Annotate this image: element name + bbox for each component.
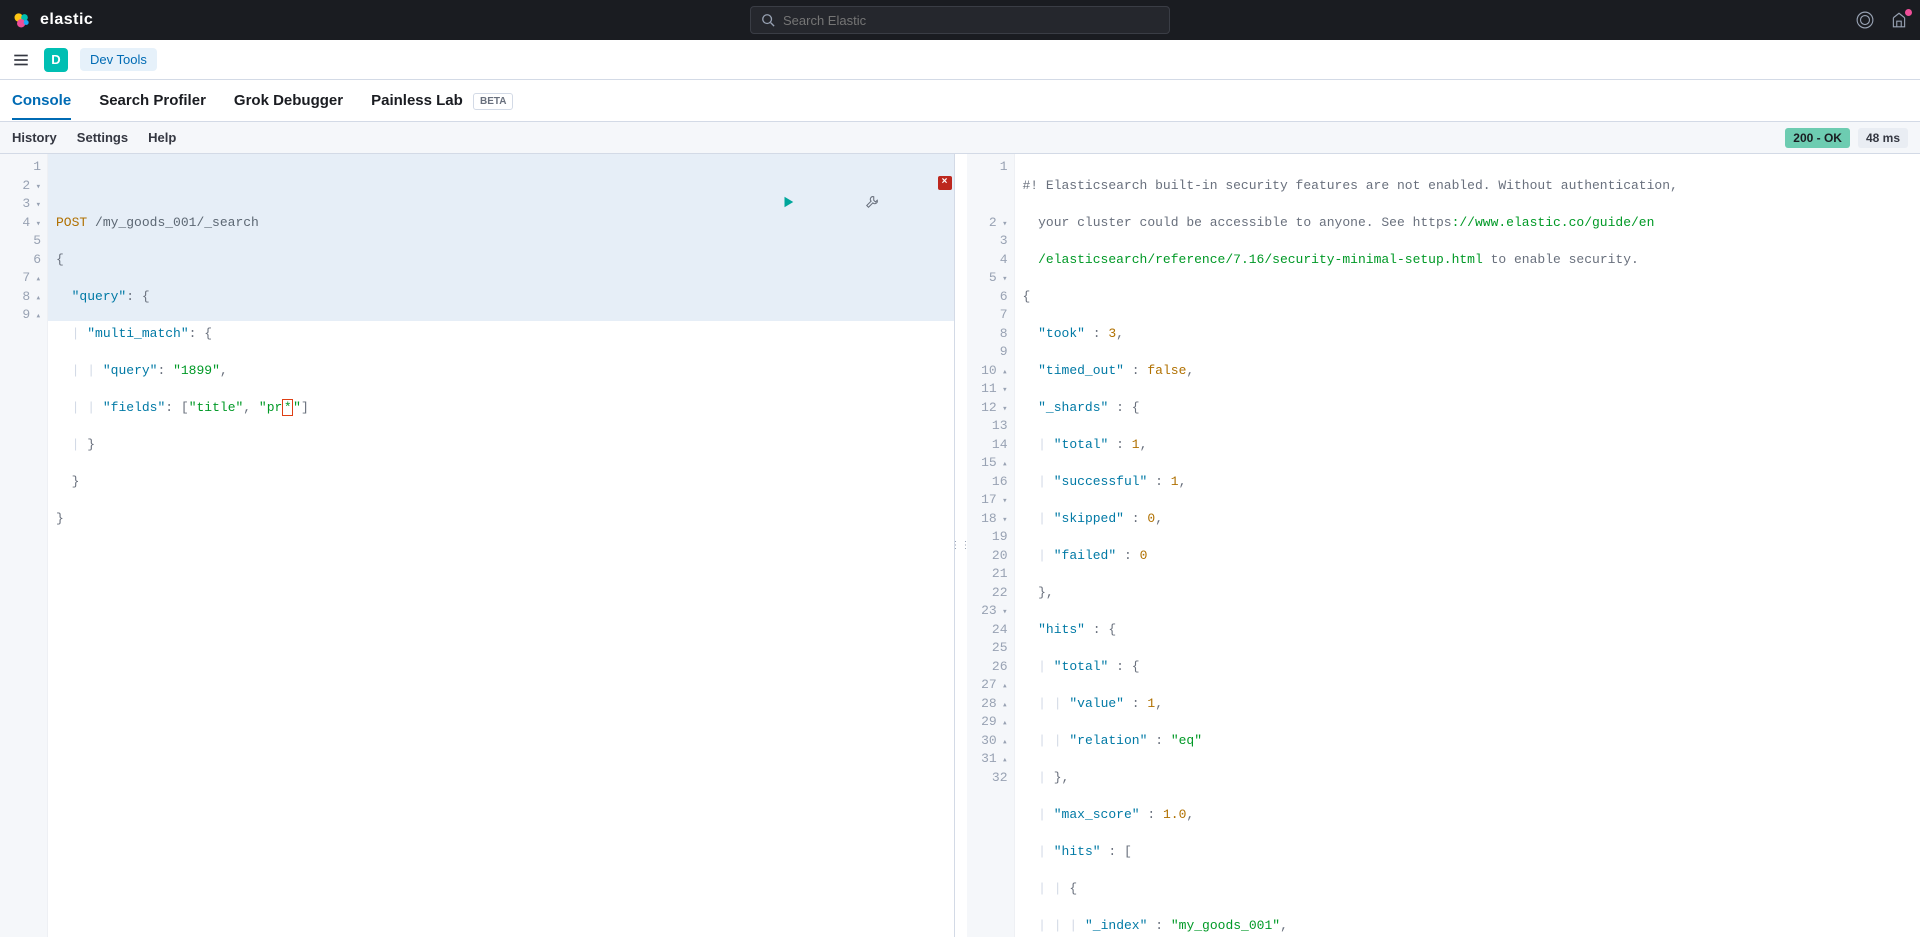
request-gutter: 1 2 3 4 5 6 7 8 9 [0,154,48,937]
tab-search-profiler[interactable]: Search Profiler [99,82,206,119]
devtools-breadcrumb[interactable]: Dev Tools [80,48,157,71]
pane-divider[interactable]: ⋮⋮ [955,154,967,937]
top-header: elastic [0,0,1920,40]
tab-painless-lab[interactable]: Painless Lab BETA [371,82,513,119]
help-link[interactable]: Help [148,130,176,145]
notification-dot [1905,9,1912,16]
send-request-icon[interactable] [781,158,859,246]
response-gutter: 1 2345 6789 101112 13141516 17181920 212… [967,154,1015,937]
status-badge: 200 - OK [1785,128,1850,148]
latency-badge: 48 ms [1858,128,1908,148]
tab-grok-debugger[interactable]: Grok Debugger [234,82,343,119]
response-pane[interactable]: 1 2345 6789 101112 13141516 17181920 212… [967,154,1920,937]
sub-header: D Dev Tools [0,40,1920,80]
history-link[interactable]: History [12,130,57,145]
elastic-logo-icon [12,10,32,30]
response-code[interactable]: #! Elasticsearch built-in security featu… [1015,154,1920,937]
hamburger-icon[interactable] [12,51,32,69]
search-input[interactable] [783,13,1159,28]
help-icon[interactable] [1856,11,1874,29]
tab-console[interactable]: Console [12,82,71,119]
tab-painless-label: Painless Lab [371,92,463,109]
newsfeed-icon[interactable] [1890,11,1908,29]
toolbar-right: 200 - OK 48 ms [1785,128,1908,148]
header-icons [1856,11,1908,29]
request-options-icon[interactable] [865,158,943,246]
settings-link[interactable]: Settings [77,130,128,145]
brand-text: elastic [40,11,93,29]
request-code[interactable]: POST /my_goods_001/_search { "query": { … [48,154,954,937]
request-pane[interactable]: 1 2 3 4 5 6 7 8 9 POST /my_goods_001/_se… [0,154,955,937]
search-icon [761,13,775,27]
toolbar: History Settings Help 200 - OK 48 ms [0,122,1920,154]
beta-badge: BETA [473,93,513,110]
brand-logo[interactable]: elastic [12,10,93,30]
run-icons [781,158,943,246]
editor-split: 1 2 3 4 5 6 7 8 9 POST /my_goods_001/_se… [0,154,1920,937]
tabs-row: Console Search Profiler Grok Debugger Pa… [0,80,1920,122]
global-search[interactable] [750,6,1170,34]
app-letter-badge[interactable]: D [44,48,68,72]
